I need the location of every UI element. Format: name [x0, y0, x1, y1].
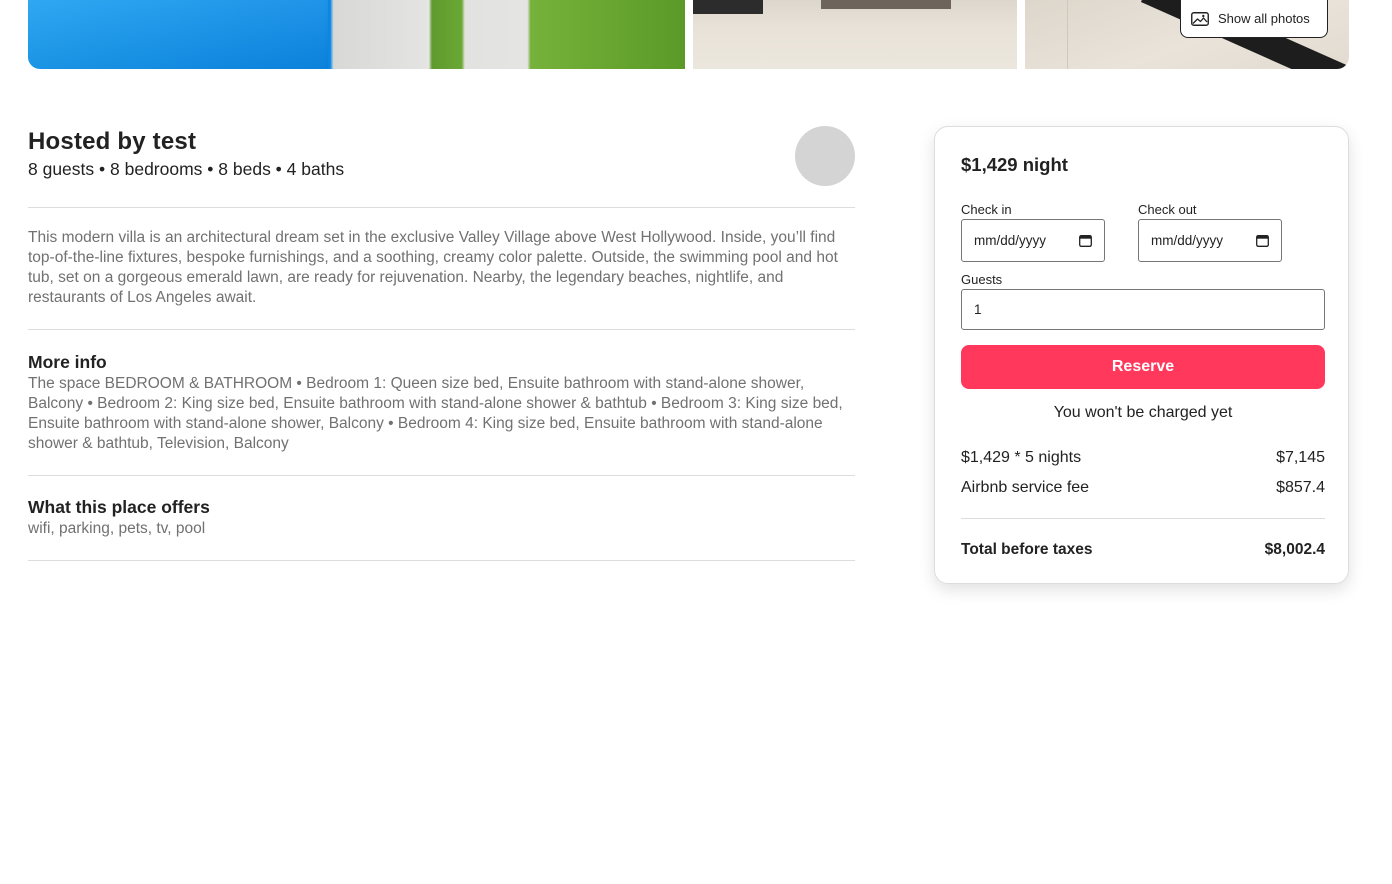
calendar-icon [1079, 235, 1092, 247]
more-info-section: More info The space BEDROOM & BATHROOM •… [28, 330, 855, 476]
check-in-value: mm/dd/yyyy [974, 233, 1047, 248]
nightly-price: $1,429 night [961, 154, 1068, 175]
price-divider [961, 518, 1325, 519]
guests-input[interactable]: 1 [961, 289, 1325, 330]
no-charge-note: You won't be charged yet [1053, 404, 1233, 421]
service-fee-label: Airbnb service fee [961, 479, 1090, 496]
total-value: $8,002.4 [1264, 541, 1325, 558]
booking-card: $1,429 night Check in mm/dd/yyyy Check o… [934, 126, 1349, 584]
nights-cost-value: $7,145 [1276, 449, 1325, 466]
description-section: This modern villa is an architectural dr… [28, 208, 855, 330]
check-out-input[interactable]: mm/dd/yyyy [1138, 219, 1282, 262]
calendar-icon [1256, 235, 1269, 247]
check-out-value: mm/dd/yyyy [1151, 233, 1224, 248]
host-header: Hosted by test 8 guests • 8 bedrooms • 8… [28, 126, 855, 208]
total-row: Total before taxes $8,002.4 [961, 541, 1325, 559]
check-out-label: Check out [1138, 202, 1197, 217]
show-all-photos-label: Show all photos [1218, 11, 1310, 26]
photo-gallery [28, 0, 1349, 69]
host-title: Hosted by test [28, 128, 197, 155]
listing-capacity: 8 guests • 8 bedrooms • 8 beds • 4 baths [28, 159, 345, 179]
image-icon [1191, 11, 1209, 26]
nights-cost-label: $1,429 * 5 nights [961, 449, 1082, 466]
service-fee-row: Airbnb service fee $857.4 [961, 479, 1325, 497]
more-info-text: The space BEDROOM & BATHROOM • Bedroom 1… [28, 375, 843, 452]
host-avatar[interactable] [795, 126, 855, 186]
check-in-input[interactable]: mm/dd/yyyy [961, 219, 1105, 262]
reserve-button[interactable]: Reserve [961, 345, 1325, 389]
show-all-photos-button[interactable]: Show all photos [1180, 0, 1328, 38]
listing-details: Hosted by test 8 guests • 8 bedrooms • 8… [28, 126, 855, 561]
listing-description: This modern villa is an architectural dr… [28, 229, 838, 306]
total-label: Total before taxes [961, 541, 1093, 558]
amenities-section: What this place offers wifi, parking, pe… [28, 476, 855, 561]
service-fee-value: $857.4 [1276, 479, 1325, 496]
more-info-title: More info [28, 352, 107, 372]
amenities-list: wifi, parking, pets, tv, pool [28, 520, 206, 537]
check-in-label: Check in [961, 202, 1012, 217]
amenities-title: What this place offers [28, 497, 210, 517]
nights-cost-row: $1,429 * 5 nights $7,145 [961, 449, 1325, 467]
guests-value: 1 [974, 302, 982, 317]
photo-interior-living[interactable] [693, 0, 1017, 69]
guests-label: Guests [961, 272, 1003, 287]
photo-pool[interactable] [28, 0, 685, 69]
